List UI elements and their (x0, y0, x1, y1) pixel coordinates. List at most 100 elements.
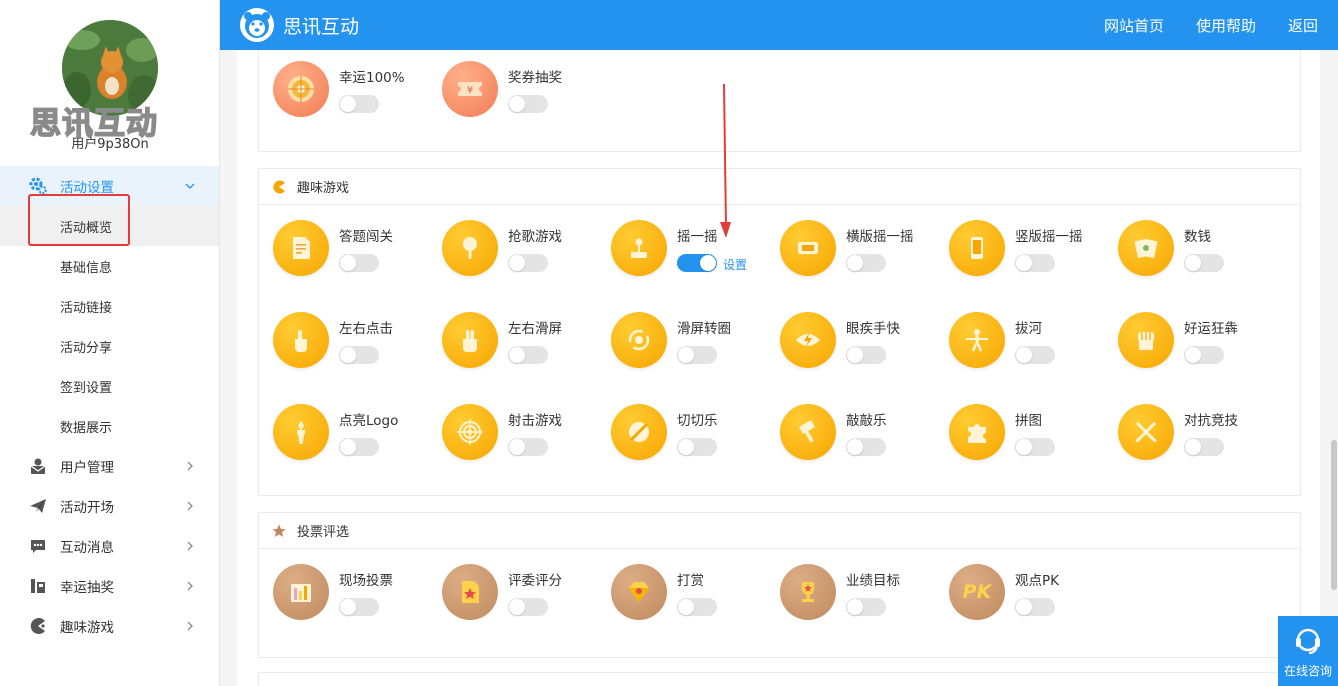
phone-portrait-icon[interactable] (949, 220, 1005, 276)
nav-help-link[interactable]: 使用帮助 (1196, 15, 1256, 36)
app-title: 思讯互动 (283, 15, 360, 38)
scrollbar-thumb[interactable] (1331, 440, 1337, 590)
feature-toggle[interactable] (1015, 438, 1055, 456)
feature-toggle[interactable] (677, 438, 717, 456)
eye-icon[interactable] (780, 312, 836, 368)
consult-label: 在线咨询 (1283, 664, 1332, 678)
panel-fun-games: 趣味游戏 答题闯关 抢歌游戏 摇一摇 设置 横版摇一摇 竖版摇一摇 数钱 左右点击 左右滑屏 滑屏… (258, 168, 1301, 496)
feature-label: 点亮Logo (339, 413, 399, 429)
feature-toggle[interactable] (508, 95, 548, 113)
feature-toggle[interactable] (677, 346, 717, 364)
money-icon[interactable] (1118, 220, 1174, 276)
username: 用户9p38On (71, 137, 149, 152)
feature-label: 滑屏转圈 (677, 321, 731, 337)
scrollbar[interactable] (1330, 50, 1338, 686)
puzzle-icon[interactable] (949, 404, 1005, 460)
quiz-doc-icon[interactable] (273, 220, 329, 276)
submenu-checkin-settings[interactable]: 签到设置 (0, 366, 219, 406)
feature-card: 滑屏转圈 (611, 312, 771, 372)
panel-title: 投票评选 (297, 525, 350, 540)
settings-link[interactable]: 设置 (723, 256, 747, 273)
bar-chart-icon[interactable] (273, 564, 329, 620)
feature-toggle[interactable] (1015, 346, 1055, 364)
feature-toggle[interactable] (846, 438, 886, 456)
bear-logo-icon[interactable] (239, 7, 275, 43)
chevron-right-icon (183, 579, 197, 593)
feature-toggle[interactable] (1015, 254, 1055, 272)
fist-icon[interactable] (1118, 312, 1174, 368)
annotation-arrow (720, 83, 731, 238)
menu-user-management[interactable]: 用户管理 (0, 446, 219, 486)
feature-toggle[interactable] (846, 254, 886, 272)
feature-toggle[interactable] (846, 598, 886, 616)
feature-label: 切切乐 (677, 413, 718, 429)
chevron-right-icon (183, 499, 197, 513)
menu-lucky-draw[interactable]: 幸运抽奖 (0, 566, 219, 606)
star-doc-icon[interactable] (442, 564, 498, 620)
submenu-activity-link[interactable]: 活动链接 (0, 286, 219, 326)
menu-activity-opening[interactable]: 活动开场 (0, 486, 219, 526)
feature-toggle[interactable] (1184, 254, 1224, 272)
feature-toggle[interactable] (339, 438, 379, 456)
nav-home-link[interactable]: 网站首页 (1104, 15, 1164, 36)
feature-card: ¥ 奖券抽奖 (442, 61, 602, 121)
feature-card: 评委评分 (442, 564, 602, 624)
feature-label: 左右点击 (339, 321, 393, 337)
feature-toggle[interactable] (339, 598, 379, 616)
diamond-icon[interactable] (611, 564, 667, 620)
wheel-icon[interactable] (273, 61, 329, 117)
submenu-data-display[interactable]: 数据展示 (0, 406, 219, 446)
feature-toggle[interactable] (339, 254, 379, 272)
feature-card: 抢歌游戏 (442, 220, 602, 280)
hammer-icon[interactable] (780, 404, 836, 460)
feature-toggle[interactable] (677, 598, 717, 616)
submenu-activity-share[interactable]: 活动分享 (0, 326, 219, 366)
feature-toggle[interactable] (508, 598, 548, 616)
swipe-hand-icon[interactable] (442, 312, 498, 368)
joystick-icon[interactable] (611, 220, 667, 276)
feature-label: 对抗竞技 (1184, 413, 1238, 429)
tap-hand-icon[interactable] (273, 312, 329, 368)
online-consult-button[interactable]: 在线咨询 (1278, 616, 1338, 686)
feature-card: 答题闯关 (273, 220, 433, 280)
feature-toggle[interactable] (1184, 438, 1224, 456)
torch-icon[interactable] (273, 404, 329, 460)
rotate-icon[interactable] (611, 312, 667, 368)
feature-toggle[interactable] (1184, 346, 1224, 364)
trophy-icon[interactable] (780, 564, 836, 620)
feature-card: 幸运100% (273, 61, 433, 121)
sidebar: 思讯互动 用户9p38On 活动设置 活动概览 基础信息 活动链接 活动分享 签… (0, 0, 220, 686)
phone-landscape-icon[interactable] (780, 220, 836, 276)
feature-toggle[interactable] (339, 346, 379, 364)
feature-label: 业绩目标 (846, 573, 900, 589)
menu-fun-games[interactable]: 趣味游戏 (0, 606, 219, 646)
pk-icon[interactable]: PK (949, 564, 1005, 620)
feature-toggle[interactable] (508, 438, 548, 456)
feature-toggle[interactable] (1015, 598, 1055, 616)
feature-toggle[interactable] (846, 346, 886, 364)
menu-interactive-messages[interactable]: 互动消息 (0, 526, 219, 566)
feature-card: 竖版摇一摇 (949, 220, 1109, 280)
feature-card: 打赏 (611, 564, 771, 624)
menu-label: 幸运抽奖 (60, 580, 114, 596)
target-icon[interactable] (442, 404, 498, 460)
swords-icon[interactable] (1118, 404, 1174, 460)
nav-back-link[interactable]: 返回 (1288, 15, 1318, 36)
gear-icon (28, 176, 48, 196)
submenu-basic-info[interactable]: 基础信息 (0, 246, 219, 286)
feature-toggle[interactable] (508, 254, 548, 272)
feature-label: 打赏 (677, 573, 704, 589)
microphone-icon[interactable] (442, 220, 498, 276)
feature-card: 点亮Logo (273, 404, 433, 464)
feature-card: 好运狂犇 (1118, 312, 1278, 372)
top-header: 思讯互动 网站首页 使用帮助 返回 (220, 0, 1338, 50)
feature-toggle[interactable] (677, 254, 717, 272)
ticket-icon[interactable]: ¥ (442, 61, 498, 117)
feature-toggle[interactable] (339, 95, 379, 113)
feature-card: 眼疾手快 (780, 312, 940, 372)
tug-of-war-icon[interactable] (949, 312, 1005, 368)
feature-label: 评委评分 (508, 573, 562, 589)
slice-icon[interactable] (611, 404, 667, 460)
feature-toggle[interactable] (508, 346, 548, 364)
icon-text: PK (962, 581, 992, 603)
